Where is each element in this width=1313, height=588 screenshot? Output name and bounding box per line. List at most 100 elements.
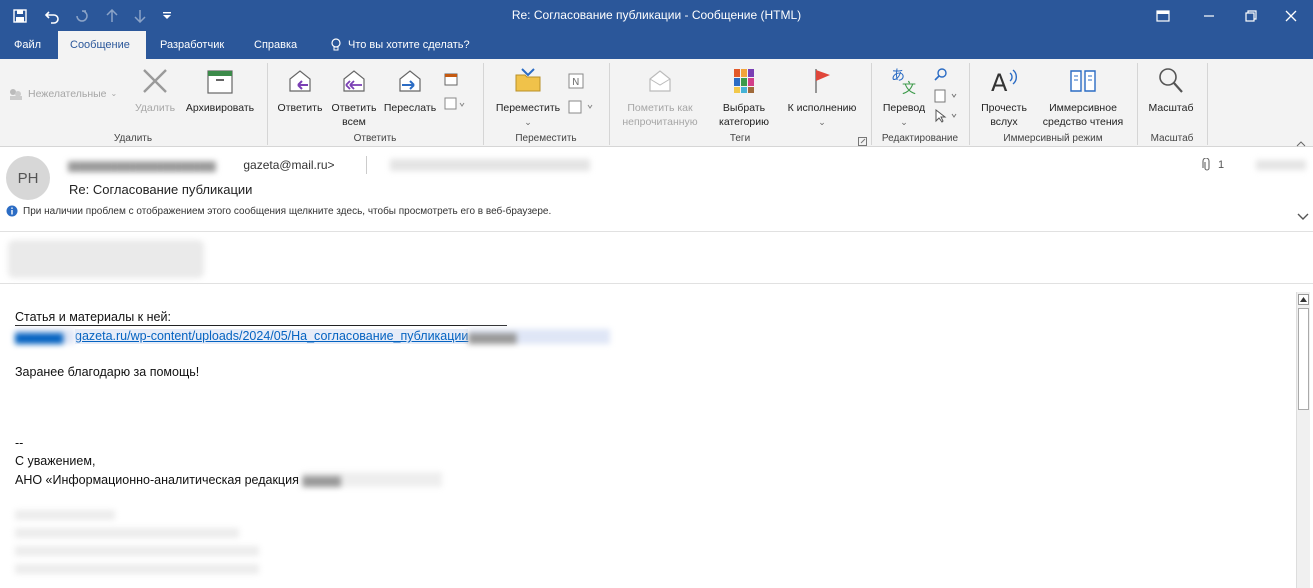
attachment-indicator[interactable]: 1 <box>1202 158 1224 172</box>
close-icon[interactable] <box>1268 0 1313 31</box>
signature-regards: С уважением, <box>15 454 96 468</box>
find-icon[interactable] <box>934 67 948 86</box>
title-bar: Re: Согласование публикации - Сообщение … <box>0 0 1313 31</box>
junk-label: Нежелательные <box>28 88 107 100</box>
signature-org-redacted: ▆▆▆▆ <box>302 472 443 487</box>
select-icon[interactable] <box>934 108 962 128</box>
reply-all-button[interactable]: Ответить всем <box>327 65 381 129</box>
signature-org-row: АНО «Информационно-аналитическая редакци… <box>15 472 443 487</box>
sender-email: gazeta@mail.ru> <box>243 158 335 172</box>
tell-me-search[interactable]: Что вы хотите сделать? <box>318 31 482 59</box>
svg-text:文: 文 <box>902 81 916 97</box>
signature-org: АНО «Информационно-аналитическая редакци… <box>15 473 299 487</box>
link-suffix-redacted: ▆▆▆▆▆ <box>468 329 611 344</box>
group-label-editing: Редактирование <box>881 133 959 144</box>
translate-label: Перевод <box>882 102 926 114</box>
delete-label: Удалить <box>134 102 176 114</box>
info-bar[interactable]: При наличии проблем с отображением этого… <box>6 205 551 217</box>
group-label-zoom: Масштаб <box>1150 133 1194 144</box>
scroll-thumb[interactable] <box>1298 308 1309 410</box>
move-button[interactable]: Переместить ⌄ <box>490 65 566 129</box>
vertical-scrollbar[interactable] <box>1296 292 1310 588</box>
reply-all-icon <box>343 70 365 92</box>
reply-button[interactable]: Ответить <box>273 65 327 115</box>
move-label: Переместить <box>495 102 561 114</box>
sender-line[interactable]: ▆▆▆▆▆▆▆▆▆▆▆▆▆▆▆▆ gazeta@mail.ru> <box>68 158 335 172</box>
redacted-line <box>15 510 115 520</box>
group-label-tags: Теги <box>729 133 751 144</box>
read-aloud-label-2: вслух <box>990 116 1018 128</box>
paperclip-icon <box>1202 158 1210 171</box>
flag-icon <box>815 69 830 93</box>
minimize-icon[interactable] <box>1186 0 1231 31</box>
onenote-icon[interactable]: N <box>568 73 584 94</box>
body-separator <box>0 283 1313 284</box>
archive-button[interactable]: Архивировать <box>180 65 260 115</box>
redacted-block <box>8 240 204 278</box>
categorize-label-1: Выбрать <box>722 102 766 114</box>
delete-x-icon <box>143 69 167 93</box>
follow-up-label: К исполнению <box>787 102 857 114</box>
window-title: Re: Согласование публикации - Сообщение … <box>511 8 802 22</box>
forward-label: Переслать <box>383 102 437 114</box>
mark-unread-icon <box>649 70 671 92</box>
reply-label: Ответить <box>277 102 323 114</box>
group-label-delete: Удалить <box>113 133 153 144</box>
meeting-reply-icon[interactable] <box>444 73 460 92</box>
body-line-1: Статья и материалы к ней: <box>15 310 507 326</box>
actions-icon[interactable] <box>568 99 596 120</box>
junk-button[interactable]: Нежелательные ⌄ <box>8 87 126 101</box>
follow-up-button[interactable]: К исполнению ⌄ <box>780 65 864 129</box>
attachment-link[interactable]: gazeta.ru/wp-content/uploads/2024/05/На_… <box>75 329 469 344</box>
tab-help[interactable]: Справка <box>242 31 309 59</box>
date-redacted <box>1256 160 1306 170</box>
delete-button[interactable]: Удалить <box>131 65 179 115</box>
categorize-label-2: категорию <box>719 116 769 128</box>
archive-icon <box>207 70 233 94</box>
header-divider <box>366 156 367 174</box>
tab-file[interactable]: Файл <box>2 31 53 59</box>
more-respond-icon[interactable] <box>444 97 466 116</box>
forward-icon <box>399 70 421 92</box>
related-icon[interactable] <box>934 89 962 108</box>
read-aloud-icon: A <box>991 69 1017 97</box>
group-label-move: Переместить <box>515 133 577 144</box>
tab-developer[interactable]: Разработчик <box>148 31 236 59</box>
attachment-count: 1 <box>1218 159 1225 171</box>
avatar: РН <box>6 156 50 200</box>
tab-message[interactable]: Сообщение <box>58 31 146 59</box>
scroll-up-button[interactable] <box>1298 294 1309 305</box>
immersive-reader-button[interactable]: Иммерсивное средство чтения <box>1034 65 1132 129</box>
junk-icon <box>10 89 22 100</box>
read-aloud-button[interactable]: A Прочесть вслух <box>976 65 1032 129</box>
translate-button[interactable]: あ文 Перевод ⌄ <box>876 65 932 129</box>
forward-button[interactable]: Переслать <box>380 65 440 115</box>
redacted-line <box>15 528 239 538</box>
ribbon: Нежелательные ⌄ Удалить Архивировать Уда… <box>0 59 1313 147</box>
zoom-label: Масштаб <box>1148 102 1194 114</box>
move-folder-icon <box>515 68 541 92</box>
ribbon-display-options-icon[interactable] <box>1140 0 1185 31</box>
tell-me-label: Что вы хотите сделать? <box>348 39 470 51</box>
subject: Re: Согласование публикации <box>69 182 253 197</box>
restore-icon[interactable] <box>1228 0 1273 31</box>
sender-name-redacted: ▆▆▆▆▆▆▆▆▆▆▆▆▆▆▆▆ <box>68 158 216 172</box>
reply-all-label-1: Ответить <box>331 102 377 114</box>
ribbon-separator <box>1207 63 1208 145</box>
zoom-icon <box>1159 68 1183 93</box>
translate-icon: あ文 <box>891 68 916 97</box>
mark-unread-button[interactable]: Пометить как непрочитанную <box>614 65 706 129</box>
collapse-ribbon-icon[interactable] <box>1296 135 1306 153</box>
link-prefix-redacted: ▆▆▆▆▆ <box>15 329 75 344</box>
mark-unread-label-1: Пометить как <box>627 102 693 114</box>
zoom-button[interactable]: Масштаб <box>1142 65 1200 115</box>
body-link-row[interactable]: ▆▆▆▆▆ gazeta.ru/wp-content/uploads/2024/… <box>15 329 611 344</box>
categorize-icon <box>734 69 754 93</box>
immersive-reader-label-1: Иммерсивное <box>1049 102 1117 114</box>
header-separator <box>0 231 1313 232</box>
expand-header-icon[interactable] <box>1297 208 1309 226</box>
info-icon <box>6 205 18 217</box>
ribbon-tabs: Файл Сообщение Разработчик Справка Что в… <box>0 31 1313 59</box>
categorize-button[interactable]: Выбрать категорию <box>706 65 782 129</box>
message-body: Статья и материалы к ней: ▆▆▆▆▆ gazeta.r… <box>0 292 1292 588</box>
